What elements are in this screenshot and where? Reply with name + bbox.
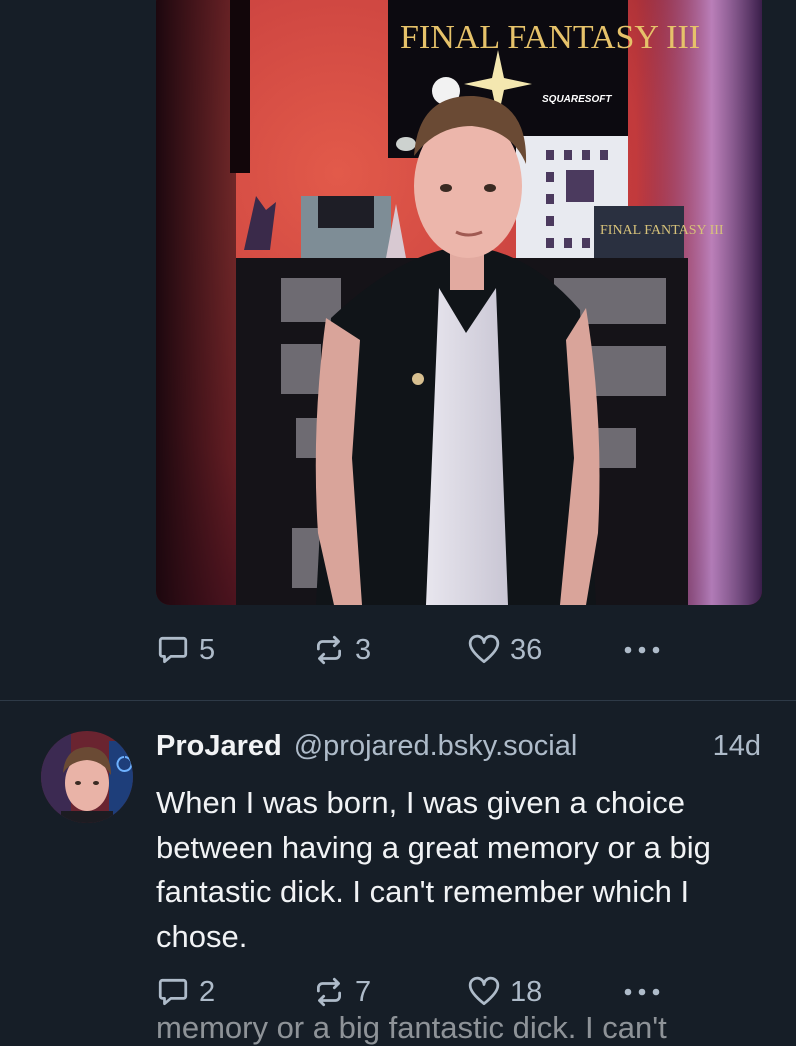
- poster-publisher: SQUARESOFT: [542, 94, 612, 105]
- post-timestamp[interactable]: 14d: [713, 730, 761, 763]
- like-count: 36: [510, 633, 543, 666]
- like-button[interactable]: 36: [467, 630, 542, 670]
- more-dots-icon: [624, 646, 660, 654]
- reply-button[interactable]: 5: [156, 630, 215, 670]
- heart-icon: [468, 634, 500, 664]
- reply-bubble-icon: [158, 978, 188, 1006]
- more-dots-icon: [624, 988, 660, 996]
- reply-count: 2: [199, 975, 216, 1008]
- reply-count: 5: [199, 633, 216, 666]
- reply-button[interactable]: 2: [156, 972, 215, 1012]
- photo-scene: FINAL FANTASY III SQUARESOFT FINAL FANTA…: [156, 0, 762, 605]
- like-count: 18: [510, 975, 543, 1008]
- post-text: When I was born, I was given a choice be…: [156, 785, 711, 954]
- next-post-peek: memory or a big fantastic dick. I can't: [156, 1010, 667, 1045]
- reply-bubble-icon: [158, 636, 188, 664]
- more-options-button[interactable]: [622, 972, 662, 1012]
- repost-arrows-icon: [316, 977, 342, 1007]
- avatar-image: [41, 731, 133, 823]
- poster-title: FINAL FANTASY III: [400, 19, 700, 56]
- box-title: FINAL FANTASY III: [600, 223, 724, 238]
- repost-button[interactable]: 3: [312, 630, 371, 670]
- post-header: ProJared @projared.bsky.social 14d: [156, 730, 764, 774]
- repost-button[interactable]: 7: [312, 972, 371, 1012]
- like-button[interactable]: 18: [467, 972, 542, 1012]
- heart-icon: [468, 976, 500, 1006]
- post-image[interactable]: FINAL FANTASY III SQUARESOFT FINAL FANTA…: [156, 0, 762, 605]
- author-handle[interactable]: @projared.bsky.social: [294, 730, 578, 763]
- author-name[interactable]: ProJared: [156, 730, 282, 763]
- avatar[interactable]: [41, 731, 133, 823]
- repost-arrows-icon: [316, 635, 342, 665]
- post-actions: 5 3 36: [156, 630, 676, 670]
- more-options-button[interactable]: [622, 630, 662, 670]
- post-divider: [0, 700, 796, 701]
- feed: FINAL FANTASY III SQUARESOFT FINAL FANTA…: [0, 0, 796, 1045]
- post-actions: 2 7 18: [156, 972, 676, 1012]
- repost-count: 7: [355, 975, 372, 1008]
- repost-count: 3: [355, 633, 372, 666]
